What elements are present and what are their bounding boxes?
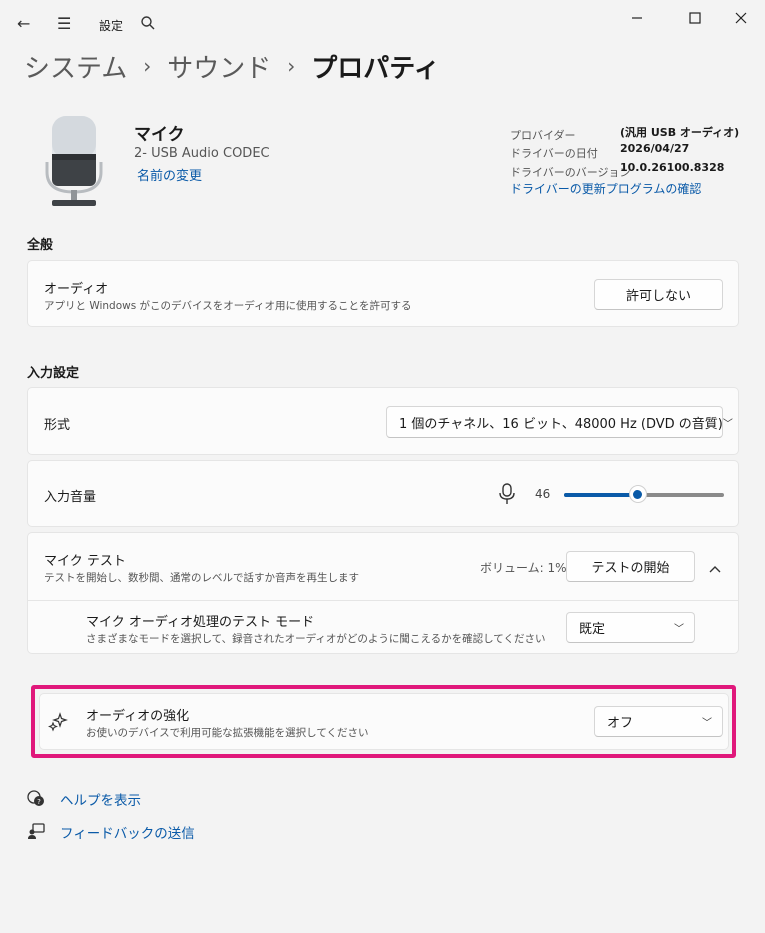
audio-enhancement-title: オーディオの強化 (86, 709, 190, 724)
audio-title: オーディオ (44, 282, 109, 297)
microphone-icon[interactable] (499, 483, 515, 509)
format-card: 形式 1 個のチャネル、16 ビット、48000 Hz (DVD の音質) ﹀ (27, 387, 739, 455)
audio-permission-card: オーディオ アプリと Windows がこのデバイスをオーディオ用に使用すること… (27, 260, 739, 327)
microphone-device-icon (44, 114, 104, 212)
audio-desc: アプリと Windows がこのデバイスをオーディオ用に使用することを許可する (44, 300, 412, 312)
search-icon[interactable] (140, 15, 156, 35)
test-mode-title: マイク オーディオ処理のテスト モード (86, 615, 315, 630)
format-title: 形式 (44, 418, 71, 433)
mic-test-card: マイク テスト テストを開始し、数秒間、通常のレベルで話すか音声を再生します ボ… (27, 532, 739, 654)
input-volume-card: 入力音量 46 (27, 460, 739, 527)
chevron-down-icon: ﹀ (674, 624, 684, 635)
start-test-button[interactable]: テストの開始 (566, 551, 695, 582)
mic-test-title: マイク テスト (44, 554, 126, 569)
info-value-driver-date: 2026/04/27 (620, 142, 690, 155)
menu-icon[interactable]: ☰ (57, 14, 71, 33)
chevron-down-icon: ﹀ (722, 418, 733, 430)
breadcrumb-system[interactable]: システム (24, 48, 127, 85)
sparkle-icon (48, 712, 68, 736)
chevron-down-icon: ﹀ (702, 718, 712, 729)
info-key-driver-version: ドライバーのバージョン (510, 166, 631, 179)
format-value: 1 個のチャネル、16 ビット、48000 Hz (DVD の音質) (399, 416, 723, 432)
audio-enhancement-value: オフ (607, 716, 634, 731)
chevron-up-icon[interactable] (708, 559, 722, 578)
section-title-general: 全般 (27, 238, 54, 253)
mic-test-desc: テストを開始し、数秒間、通常のレベルで話すか音声を再生します (44, 572, 359, 584)
rename-link[interactable]: 名前の変更 (137, 165, 202, 184)
breadcrumb-sound[interactable]: サウンド (167, 48, 271, 85)
input-volume-title: 入力音量 (44, 490, 97, 505)
test-mode-dropdown[interactable]: 既定 ﹀ (566, 612, 695, 643)
device-name: マイク (134, 125, 185, 145)
breadcrumb-separator: › (287, 54, 296, 78)
test-mode-value: 既定 (579, 622, 606, 637)
help-link[interactable]: ヘルプを表示 (60, 789, 141, 809)
driver-info: プロバイダー (汎用 USB オーディオ) ドライバーの日付 2026/04/2… (510, 124, 739, 197)
breadcrumb: システム › サウンド › プロパティ (24, 46, 440, 86)
window-title: 設定 (99, 19, 124, 33)
info-key-provider: プロバイダー (510, 129, 576, 142)
test-mode-desc: さまざまなモードを選択して、録音されたオーディオがどのように聞こえるかを確認して… (86, 633, 546, 645)
title-bar: ← ☰ 設定 (0, 0, 765, 48)
device-subtitle: 2- USB Audio CODEC (134, 146, 270, 161)
info-value-driver-version: 10.0.26100.8328 (620, 161, 725, 174)
section-title-input-settings: 入力設定 (27, 366, 80, 381)
close-button[interactable] (721, 2, 761, 34)
info-value-provider: (汎用 USB オーディオ) (620, 126, 740, 139)
slider-thumb[interactable] (628, 485, 647, 503)
breadcrumb-properties: プロパティ (311, 53, 440, 84)
info-key-driver-date: ドライバーの日付 (510, 147, 598, 160)
maximize-button[interactable] (675, 2, 715, 34)
minimize-button[interactable] (617, 2, 657, 34)
input-volume-value: 46 (535, 487, 551, 501)
back-arrow-icon[interactable]: ← (17, 14, 30, 33)
feedback-icon (27, 822, 45, 844)
format-dropdown[interactable]: 1 個のチャネル、16 ビット、48000 Hz (DVD の音質) ﹀ (386, 406, 733, 438)
breadcrumb-separator: › (143, 54, 152, 78)
help-icon: ? (27, 789, 45, 811)
audio-enhancement-desc: お使いのデバイスで利用可能な拡張機能を選択してください (86, 727, 369, 739)
driver-update-link[interactable]: ドライバーの更新プログラムの確認 (510, 180, 701, 197)
feedback-link[interactable]: フィードバックの送信 (60, 822, 195, 842)
input-volume-slider[interactable] (564, 485, 724, 505)
audio-enhancement-dropdown[interactable]: オフ ﹀ (594, 706, 723, 737)
svg-text:?: ? (37, 798, 41, 806)
divider (28, 600, 738, 601)
mic-test-volume: ボリューム: 1% (480, 561, 567, 575)
audio-enhancement-card: オーディオの強化 お使いのデバイスで利用可能な拡張機能を選択してください オフ … (39, 693, 729, 750)
deny-button[interactable]: 許可しない (594, 279, 723, 310)
